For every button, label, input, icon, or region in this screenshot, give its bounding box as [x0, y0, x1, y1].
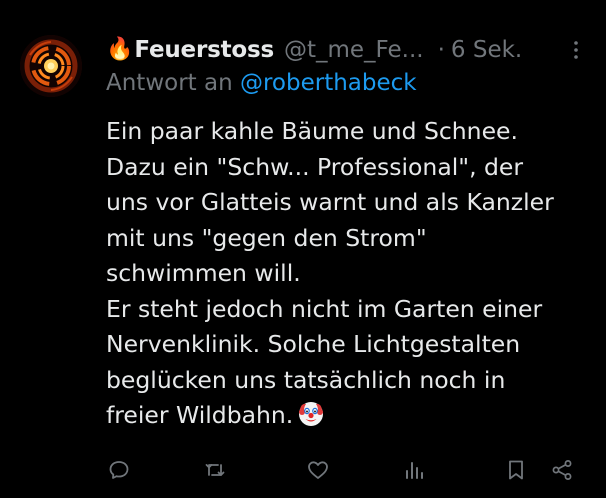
tweet-text-line: Er steht jedoch nicht im Garten einer	[106, 294, 543, 323]
separator-dot: ·	[437, 37, 445, 63]
fire-emoji: 🔥	[106, 37, 134, 62]
tweet-text-line: schwimmen will.	[106, 259, 301, 287]
tweet[interactable]: 🔥 Feuerstoss @t_me_Fe... · 6 Sek. Antwor…	[0, 0, 606, 498]
reply-button[interactable]	[105, 456, 133, 484]
tweet-text-line-content: freier Wildbahn.	[106, 401, 294, 429]
reply-mention-link[interactable]: @roberthabeck	[240, 70, 417, 96]
retweet-button[interactable]	[201, 456, 229, 484]
tweet-text-line: beglücken uns tatsächlich noch in	[106, 365, 506, 394]
views-icon	[406, 462, 423, 479]
user-handle[interactable]: @t_me_Fe...	[284, 37, 424, 63]
display-name[interactable]: Feuerstoss	[134, 37, 274, 63]
share-button[interactable]	[548, 456, 576, 484]
tweet-text-last-line: freier Wildbahn.	[106, 398, 590, 434]
tweet-text-line: mit uns "gegen den Strom"	[106, 223, 427, 252]
tweet-actions-bar	[0, 452, 606, 488]
retweet-icon	[205, 463, 225, 476]
timestamp[interactable]: 6 Sek.	[451, 37, 522, 63]
reply-context: Antwort an @roberthabeck	[106, 70, 417, 96]
bookmark-icon	[509, 460, 523, 480]
heart-icon	[308, 461, 328, 479]
reply-prefix: Antwort an	[106, 70, 240, 96]
tweet-header: 🔥 Feuerstoss @t_me_Fe... · 6 Sek.	[106, 33, 586, 67]
avatar-image	[20, 35, 82, 97]
avatar[interactable]	[20, 35, 82, 97]
like-button[interactable]	[304, 456, 332, 484]
bookmark-button[interactable]	[502, 456, 530, 484]
clown-face-emoji	[299, 402, 324, 426]
tweet-text-line: Nervenklinik. Solche Lichtgestalten	[106, 330, 521, 358]
reply-icon	[109, 461, 129, 479]
tweet-text-line: Ein paar kahle Bäume und Schnee.	[106, 117, 518, 145]
tweet-text-line: uns vor Glatteis warnt und als Kanzler	[106, 188, 554, 216]
views-button[interactable]	[400, 456, 428, 484]
tweet-text: Ein paar kahle Bäume und Schnee. Dazu ei…	[106, 114, 590, 434]
share-icon	[552, 460, 572, 480]
tweet-text-line: Dazu ein "Schw... Professional", der	[106, 152, 524, 181]
more-vertical-icon[interactable]	[564, 38, 588, 62]
